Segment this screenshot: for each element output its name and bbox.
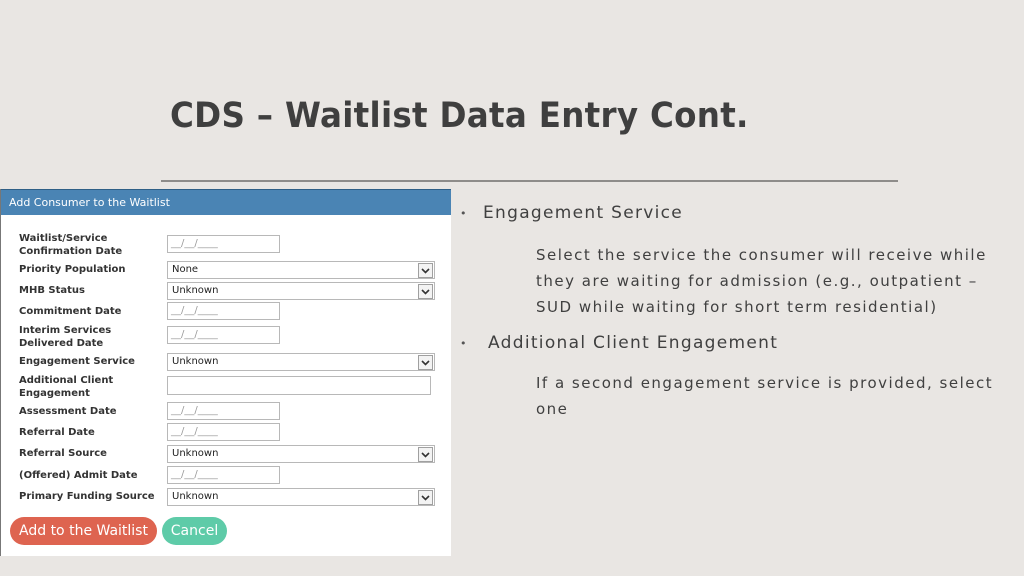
interim-services-date-input[interactable]: __/__/____	[167, 326, 280, 344]
field-label: Commitment Date	[19, 306, 122, 317]
note-heading-additional-client-engagement: Additional Client Engagement	[488, 333, 779, 353]
chevron-down-icon[interactable]	[418, 263, 433, 278]
cancel-button[interactable]: Cancel	[162, 517, 227, 545]
field-label: Waitlist/Service Confirmation Date	[19, 233, 123, 257]
slide-title: CDS – Waitlist Data Entry Cont.	[170, 96, 749, 136]
field-label: Priority Population	[19, 264, 126, 275]
mhb-status-select[interactable]: Unknown	[167, 282, 435, 300]
select-value: Unknown	[172, 491, 219, 502]
primary-funding-source-select[interactable]: Unknown	[167, 488, 435, 506]
form-header: Add Consumer to the Waitlist	[1, 189, 451, 215]
assessment-date-input[interactable]: __/__/____	[167, 402, 280, 420]
select-value: Unknown	[172, 448, 219, 459]
engagement-service-select[interactable]: Unknown	[167, 353, 435, 371]
commitment-date-input[interactable]: __/__/____	[167, 302, 280, 320]
field-label: Additional Client Engagement	[19, 375, 114, 399]
bullet-icon: •	[460, 337, 467, 350]
note-body-additional-client-engagement: If a second engagement service is provid…	[536, 374, 994, 418]
chevron-down-icon[interactable]	[418, 447, 433, 462]
priority-population-select[interactable]: None	[167, 261, 435, 279]
field-label: (Offered) Admit Date	[19, 470, 138, 481]
referral-date-input[interactable]: __/__/____	[167, 423, 280, 441]
chevron-down-icon[interactable]	[418, 490, 433, 505]
add-to-waitlist-button[interactable]: Add to the Waitlist	[10, 517, 157, 545]
field-label: Assessment Date	[19, 406, 117, 417]
field-label: Referral Source	[19, 448, 107, 459]
title-divider	[161, 180, 898, 182]
note-heading-engagement-service: Engagement Service	[483, 203, 684, 223]
bullet-icon: •	[460, 207, 467, 220]
offered-admit-date-input[interactable]: __/__/____	[167, 466, 280, 484]
select-value: Unknown	[172, 356, 219, 367]
chevron-down-icon[interactable]	[418, 284, 433, 299]
field-label: Engagement Service	[19, 356, 135, 367]
field-label: Interim Services Delivered Date	[19, 325, 112, 349]
note-body-engagement-service: Select the service the consumer will rec…	[536, 246, 987, 316]
chevron-down-icon[interactable]	[418, 355, 433, 370]
select-value: Unknown	[172, 285, 219, 296]
additional-client-engagement-input[interactable]	[167, 376, 431, 395]
field-label: Primary Funding Source	[19, 491, 155, 502]
add-consumer-form: Add Consumer to the Waitlist Waitlist/Se…	[0, 189, 451, 556]
field-label: MHB Status	[19, 285, 86, 296]
referral-source-select[interactable]: Unknown	[167, 445, 435, 463]
field-label: Referral Date	[19, 427, 95, 438]
waitlist-confirmation-date-input[interactable]: __/__/____	[167, 235, 280, 253]
select-value: None	[172, 264, 199, 275]
